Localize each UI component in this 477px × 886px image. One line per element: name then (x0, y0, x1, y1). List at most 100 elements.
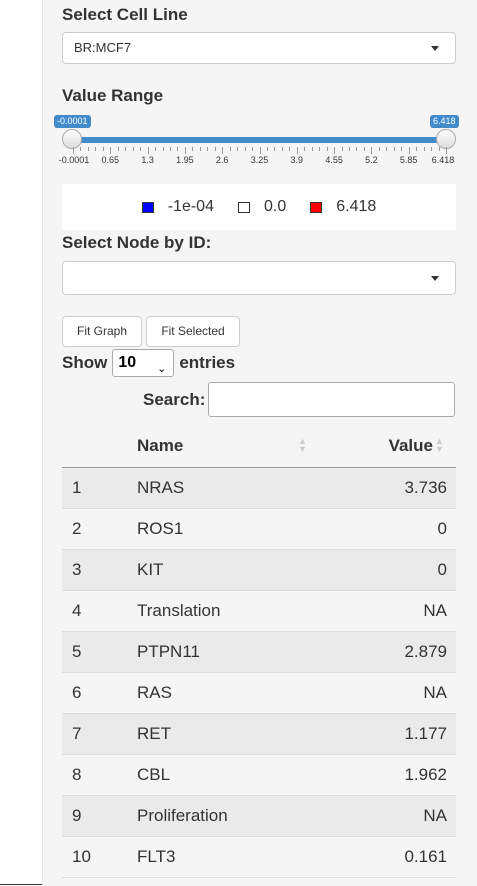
row-value: 0 (437, 519, 447, 538)
slider-tick-label: 6.418 (431, 155, 455, 165)
column-header-name[interactable]: Name (137, 436, 183, 456)
row-name: KIT (137, 560, 164, 579)
row-index: 8 (72, 765, 82, 784)
table-row[interactable]: 3 KIT 0 (62, 550, 456, 591)
legend-swatch-max (310, 201, 323, 213)
search-input[interactable] (208, 382, 456, 417)
row-name: Proliferation (137, 806, 228, 825)
slider-tick (341, 147, 343, 151)
slider-tick (87, 147, 89, 151)
row-value: NA (423, 601, 447, 620)
slider-tick (110, 147, 112, 154)
table-row[interactable]: 1 NRAS 3.736 (62, 468, 456, 509)
table-row[interactable]: 10 FLT3 0.161 (62, 837, 456, 878)
value-range-label: Value Range (62, 86, 164, 105)
sort-icon[interactable]: ▲ ▼ (298, 437, 307, 454)
legend-item-zero: 0.0 (237, 198, 287, 216)
row-value: 3.736 (404, 478, 447, 497)
slider-tick (349, 147, 351, 151)
slider-tick (393, 147, 395, 151)
table-row[interactable]: 6 RAS NA (62, 673, 456, 714)
slider-tick (431, 147, 433, 151)
slider-tick (259, 147, 261, 154)
legend-item-min: -1e-04 (141, 198, 214, 216)
slider-tick-label: 4.55 (325, 155, 343, 165)
slider-tick (162, 147, 164, 151)
legend-text-max: 6.418 (336, 198, 377, 215)
table-row[interactable]: 8 CBL 1.962 (62, 755, 456, 796)
cell-line-label: Select Cell Line (62, 5, 188, 24)
row-index: 7 (72, 724, 82, 743)
row-index: 9 (72, 806, 82, 825)
sort-icon[interactable]: ▲ ▼ (435, 437, 444, 454)
slider-tick (73, 147, 74, 154)
slider-max-badge: 6.418 (430, 115, 459, 128)
node-select-label: Select Node by ID: (62, 233, 212, 252)
slider-tick-label: -0.0001 (58, 155, 90, 165)
node-select[interactable] (62, 261, 456, 295)
slider-tick (155, 147, 157, 151)
search-label: Search: (143, 389, 206, 409)
slider-tick (95, 147, 97, 151)
slider-tick (207, 147, 209, 151)
slider-tick (401, 147, 403, 151)
slider-min-handle[interactable] (62, 129, 82, 149)
entries-label: entries (179, 353, 236, 372)
fit-graph-button[interactable]: Fit Graph (62, 316, 142, 347)
slider-tick (237, 147, 239, 151)
fit-selected-button[interactable]: Fit Selected (146, 316, 240, 347)
legend-swatch-min (141, 201, 154, 213)
slider-tick (408, 147, 410, 154)
slider-tick-label: 5.85 (399, 155, 418, 165)
show-label: Show (62, 353, 108, 372)
slider-tick-label: 1.95 (176, 155, 194, 165)
slider-tick (296, 147, 298, 154)
entries-select[interactable]: 10 ⌄ (112, 349, 175, 377)
left-divider (0, 884, 42, 885)
slider-max-handle[interactable] (436, 129, 456, 149)
slider-tick-label: 0.65 (101, 155, 120, 165)
row-value: 0 (437, 560, 447, 579)
table-row[interactable]: 9 Proliferation NA (62, 796, 456, 837)
table-row[interactable]: 7 RET 1.177 (62, 714, 456, 755)
slider-tick (132, 147, 134, 151)
row-value: 1.177 (404, 724, 447, 743)
search-control: Search: (143, 382, 456, 417)
row-name: ROS1 (137, 519, 184, 538)
legend-swatch-zero (237, 201, 250, 213)
slider-tick (184, 147, 186, 154)
slider-tick (304, 147, 306, 151)
slider-tick (334, 147, 336, 154)
slider-tick (192, 147, 194, 151)
slider-tick (371, 147, 373, 154)
slider-tick (311, 147, 313, 151)
column-header-value[interactable]: Value (389, 436, 433, 456)
slider-track[interactable] (73, 137, 446, 143)
slider-tick (147, 147, 149, 154)
slider-tick-label: 5.2 (365, 155, 378, 165)
table-row[interactable]: 5 PTPN11 2.879 (62, 632, 456, 673)
slider-tick (229, 147, 231, 151)
row-name: PTPN11 (137, 642, 200, 661)
table-row[interactable]: 2 ROS1 0 (62, 509, 456, 550)
color-legend: -1e-04 0.0 6.418 (62, 184, 456, 230)
row-value: 1.962 (404, 765, 447, 784)
cell-line-select[interactable]: BR:MCF7 (62, 32, 456, 64)
table-header: Name ▲ ▼ Value ▲ ▼ (62, 425, 456, 468)
legend-text-zero: 0.0 (263, 198, 287, 215)
cell-line-value: BR:MCF7 (74, 40, 132, 55)
table-body: 1 NRAS 3.736 2 ROS1 0 3 KIT 0 4 Translation NA 5 PTPN… (62, 468, 456, 878)
slider-tick (125, 147, 127, 151)
row-name: RET (137, 724, 171, 743)
row-name: FLT3 (137, 847, 176, 866)
slider-tick (326, 147, 328, 151)
slider-tick (102, 147, 104, 151)
slider-tick (177, 147, 179, 151)
slider-tick-label: 1.3 (141, 155, 154, 165)
slider-min-badge: -0.0001 (54, 115, 91, 128)
slider-tick-label: 2.6 (215, 155, 229, 165)
table-row[interactable]: 4 Translation NA (62, 591, 456, 632)
row-name: NRAS (137, 478, 185, 497)
slider-tick (356, 147, 358, 151)
chevron-down-icon (431, 46, 439, 51)
